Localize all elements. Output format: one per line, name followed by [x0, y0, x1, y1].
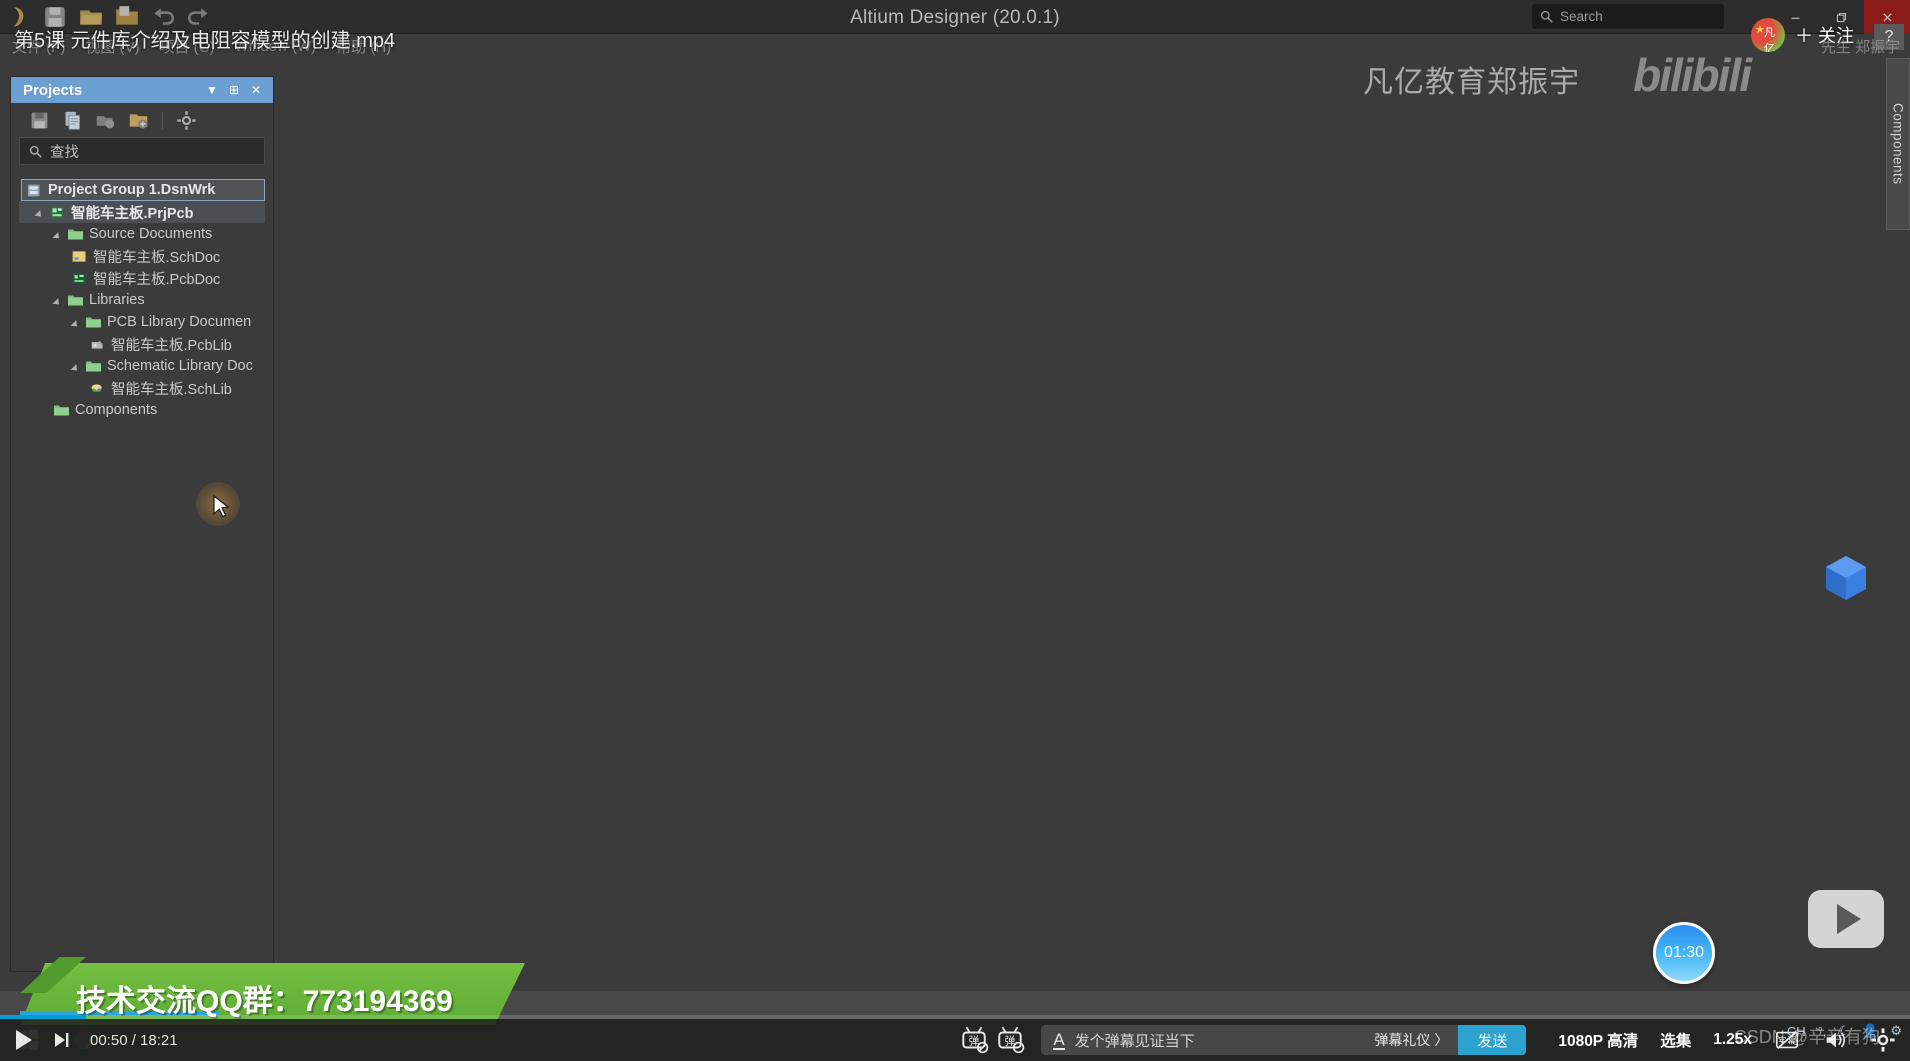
next-episode-button[interactable]: [44, 1019, 80, 1061]
uploader-name: 先生 郑振宇: [1820, 39, 1900, 56]
tree-item-schdoc[interactable]: 智能车主板.SchDoc: [19, 245, 265, 267]
tree-item-prjpcb[interactable]: 智能车主板.PrjPcb: [19, 201, 265, 223]
progress-bar-track[interactable]: [0, 1015, 1910, 1019]
projects-panel-toolbar[interactable]: [11, 103, 273, 137]
tree-item-label: Source Documents: [89, 226, 213, 242]
search-icon: [1540, 10, 1553, 23]
save-icon[interactable]: [29, 110, 50, 131]
components-panel-tab-label: Components: [1890, 103, 1906, 185]
panel-pin-icon[interactable]: ⊞: [223, 79, 245, 101]
episodes-button[interactable]: 选集: [1660, 1029, 1691, 1051]
blue-cube-icon: [1820, 552, 1872, 604]
tree-item-label: 智能车主板.SchDoc: [93, 249, 221, 266]
chevron-down-icon[interactable]: [35, 207, 46, 218]
play-triangle-icon: [1836, 904, 1861, 934]
play-icon: [16, 1030, 32, 1050]
tree-item-project-group[interactable]: Project Group 1.DsnWrk: [21, 179, 265, 201]
play-pause-button[interactable]: [0, 1019, 44, 1061]
tree-item-label: Project Group 1.DsnWrk: [48, 182, 216, 198]
screen-root: Altium Designer (20.0.1) Search 文件 (F) 视…: [0, 0, 1910, 1061]
video-player-controls[interactable]: 00:50 / 18:21 弹 弹 A 发个弹幕见证当下 弹幕礼仪 〉 发送 1…: [0, 1015, 1910, 1061]
chevron-down-icon[interactable]: [71, 361, 82, 372]
tree-item-label: 智能车主板.PrjPcb: [71, 205, 194, 222]
folder-add-icon[interactable]: [128, 110, 149, 131]
qq-group-text: 技术交流QQ群：773194369: [76, 985, 453, 1018]
workspace-icon: [26, 183, 43, 198]
danmu-input-box[interactable]: A 发个弹幕见证当下 弹幕礼仪 〉 发送: [1041, 1025, 1527, 1055]
chevron-down-icon[interactable]: [53, 295, 64, 306]
chevron-down-icon[interactable]: [71, 317, 82, 328]
app-search-box[interactable]: Search: [1532, 4, 1724, 29]
folder-icon: [85, 315, 102, 330]
projects-search-placeholder: 查找: [50, 144, 79, 161]
danmu-off-icon[interactable]: 弹: [959, 1025, 989, 1055]
search-icon: [29, 145, 42, 158]
tree-item-pcbdoc[interactable]: 智能车主板.PcbDoc: [19, 267, 265, 289]
tree-item-schlib[interactable]: 智能车主板.SchLib: [19, 377, 265, 399]
pcblib-icon: [89, 337, 106, 352]
channel-watermark: 凡亿教育郑振宇: [1363, 66, 1580, 99]
tree-item-label: Schematic Library Doc: [107, 358, 253, 374]
tree-item-label: 智能车主板.PcbLib: [111, 337, 232, 354]
tree-item-label: 智能车主板.PcbDoc: [93, 271, 221, 288]
folder-icon: [85, 359, 102, 374]
pcb-project-icon: [49, 205, 66, 220]
avatar-text: 凡亿: [1763, 27, 1775, 52]
tree-item-label: PCB Library Documen: [107, 314, 252, 330]
tree-item-components[interactable]: Components: [19, 399, 265, 421]
timer-badge: 01:30: [1653, 922, 1715, 984]
projects-search-input[interactable]: 查找: [19, 137, 265, 165]
danmu-placeholder: 发个弹幕见证当下: [1074, 1032, 1195, 1050]
bilibili-logo: bilibili: [1633, 49, 1752, 101]
projects-panel-header: Projects ▼ ⊞ ✕: [11, 77, 273, 103]
schlib-icon: [89, 381, 106, 396]
compile-icon[interactable]: [95, 110, 116, 131]
time-display: 00:50 / 18:21: [90, 1031, 178, 1049]
folder-icon: [53, 403, 70, 418]
toolbar-divider: [162, 111, 163, 129]
documents-icon[interactable]: [62, 110, 83, 131]
chevron-down-icon[interactable]: [53, 229, 64, 240]
danmu-etiquette-link[interactable]: 弹幕礼仪 〉: [1374, 1030, 1448, 1050]
project-tree: Project Group 1.DsnWrk 智能车主板.PrjPcb Sour…: [19, 173, 265, 421]
tree-item-label: Components: [75, 402, 158, 418]
progress-bar-fill: [0, 1015, 86, 1019]
danmu-style-icon[interactable]: A: [1053, 1031, 1065, 1050]
app-search-placeholder: Search: [1560, 9, 1603, 24]
avatar[interactable]: ★ 凡亿: [1750, 18, 1785, 52]
projects-panel: Projects ▼ ⊞ ✕ 查找 Project Group 1.DsnWrk…: [10, 76, 274, 972]
panel-dropdown-icon[interactable]: ▼: [201, 79, 223, 101]
folder-icon: [67, 227, 84, 242]
quality-selector[interactable]: 1080P 高清: [1558, 1029, 1638, 1051]
tree-item-pcblib[interactable]: 智能车主板.PcbLib: [19, 333, 265, 355]
tree-item-pcb-library-documents[interactable]: PCB Library Documen: [19, 311, 265, 333]
video-filename-overlay: 第5课 元件库介绍及电阻容模型的创建.mp4: [14, 30, 396, 52]
tree-item-libraries[interactable]: Libraries: [19, 289, 265, 311]
danmu-on-icon[interactable]: 弹: [995, 1025, 1025, 1055]
folder-icon: [67, 293, 84, 308]
schematic-doc-icon: [71, 249, 88, 264]
mouse-cursor: [196, 482, 240, 526]
pcb-doc-icon: [71, 271, 88, 286]
tree-item-label: 智能车主板.SchLib: [111, 381, 232, 398]
danmu-send-button[interactable]: 发送: [1458, 1025, 1527, 1055]
settings-gear-icon[interactable]: [176, 110, 197, 131]
tree-item-label: Libraries: [89, 292, 145, 308]
timer-badge-label: 01:30: [1663, 944, 1705, 961]
altium-designer-window: Altium Designer (20.0.1) Search 文件 (F) 视…: [0, 0, 1910, 1061]
projects-panel-title: Projects: [23, 81, 83, 99]
tree-item-source-documents[interactable]: Source Documents: [19, 223, 265, 245]
components-panel-tab[interactable]: Components: [1886, 58, 1910, 230]
csdn-watermark: CSDN @辛辛有狗: [1733, 1027, 1880, 1047]
tree-item-schematic-library-documents[interactable]: Schematic Library Doc: [19, 355, 265, 377]
panel-close-icon[interactable]: ✕: [245, 79, 267, 101]
projects-panel-body: 查找 Project Group 1.DsnWrk 智能车主板.PrjPcb S…: [11, 137, 273, 421]
gear-icon[interactable]: ⚙: [1890, 1023, 1902, 1039]
play-overlay-icon[interactable]: [1808, 890, 1884, 948]
